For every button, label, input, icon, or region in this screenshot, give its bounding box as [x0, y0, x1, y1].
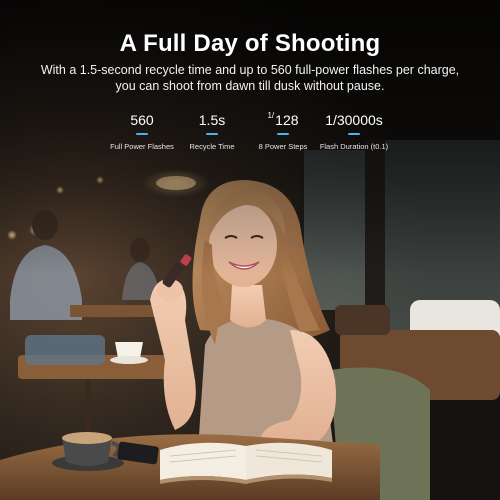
subheadline: With a 1.5-second recycle time and up to… [30, 62, 470, 94]
stat-value-number: 128 [275, 112, 299, 128]
stat-flash-duration: 1/30000s Flash Duration (t0.1) [299, 112, 409, 151]
subheadline-line-2: you can shoot from dawn till dusk withou… [115, 79, 385, 93]
stat-label: Flash Duration (t0.1) [319, 142, 389, 151]
stat-accent-bar [136, 133, 148, 135]
stat-value-prefix: 1/ [267, 111, 275, 120]
headline: A Full Day of Shooting [119, 30, 381, 57]
spec-stats: 560 Full Power Flashes 1.5s Recycle Time… [0, 111, 500, 162]
stat-accent-bar [206, 133, 218, 135]
stat-value: 1/30000s [325, 112, 383, 128]
subheadline-line-1: With a 1.5-second recycle time and up to… [40, 63, 460, 77]
stat-accent-bar [348, 133, 360, 135]
stat-accent-bar [277, 133, 289, 135]
